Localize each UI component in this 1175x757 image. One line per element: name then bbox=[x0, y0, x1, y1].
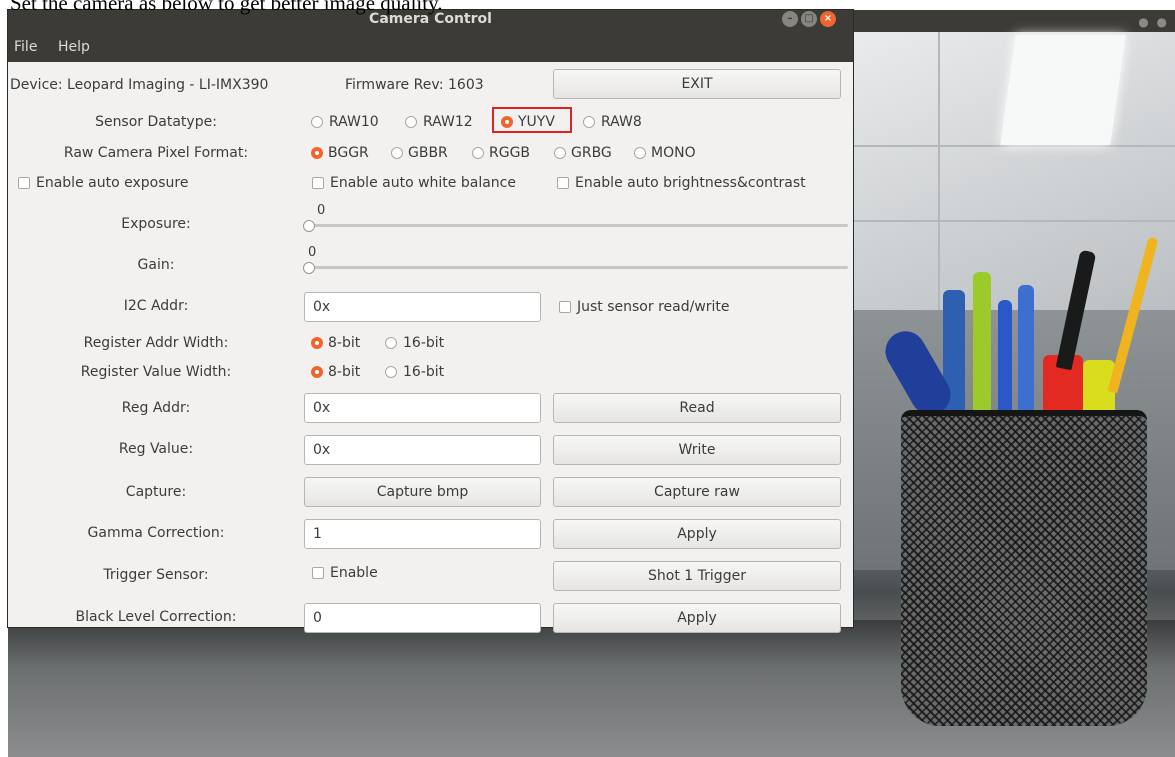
exposure-label: Exposure: bbox=[121, 216, 191, 232]
auto-white-balance-checkbox[interactable] bbox=[312, 177, 324, 189]
radio-raw10-label: RAW10 bbox=[329, 114, 379, 130]
radio-addr-16bit[interactable] bbox=[385, 337, 397, 349]
reg-addr-label: Reg Addr: bbox=[121, 400, 191, 416]
gain-label: Gain: bbox=[137, 257, 175, 273]
capture-label: Capture: bbox=[125, 484, 187, 500]
radio-addr-16bit-label: 16-bit bbox=[403, 335, 445, 351]
i2c-addr-input[interactable]: 0x bbox=[304, 292, 541, 322]
sensor-datatype-label: Sensor Datatype: bbox=[95, 114, 217, 130]
exposure-slider[interactable] bbox=[308, 224, 848, 227]
capture-raw-button[interactable]: Capture raw bbox=[553, 477, 841, 507]
radio-gbbr[interactable] bbox=[391, 147, 403, 159]
gamma-apply-button[interactable]: Apply bbox=[553, 519, 841, 549]
reg-value-input[interactable]: 0x bbox=[304, 435, 541, 465]
auto-exposure-checkbox[interactable] bbox=[18, 177, 30, 189]
write-button[interactable]: Write bbox=[553, 435, 841, 465]
gain-value: 0 bbox=[308, 245, 317, 260]
menubar: File Help bbox=[8, 32, 853, 62]
gamma-label: Gamma Correction: bbox=[87, 525, 225, 541]
radio-mono-label: MONO bbox=[651, 145, 696, 161]
auto-brightness-checkbox[interactable] bbox=[557, 177, 569, 189]
reg-addr-input[interactable]: 0x bbox=[304, 393, 541, 423]
preview-window-controls: ● ● bbox=[1138, 15, 1169, 29]
just-sensor-label: Just sensor read/write bbox=[577, 299, 730, 315]
exposure-slider-handle[interactable] bbox=[303, 220, 315, 232]
auto-brightness-label: Enable auto brightness&contrast bbox=[575, 175, 806, 191]
radio-raw10[interactable] bbox=[311, 116, 323, 128]
gain-slider[interactable] bbox=[308, 266, 848, 269]
document-caption: Set the camera as below to get better im… bbox=[10, 0, 443, 15]
preview-pencil-cup bbox=[901, 410, 1147, 726]
camera-control-window: Camera Control – □ × File Help Device: L… bbox=[8, 10, 853, 633]
auto-exposure-label: Enable auto exposure bbox=[36, 175, 189, 191]
capture-bmp-button[interactable]: Capture bmp bbox=[304, 477, 541, 507]
i2c-addr-label: I2C Addr: bbox=[123, 298, 189, 314]
minimize-icon[interactable]: – bbox=[782, 11, 798, 27]
firmware-label: Firmware Rev: 1603 bbox=[345, 77, 484, 93]
exit-button[interactable]: EXIT bbox=[553, 69, 841, 99]
radio-bggr-label: BGGR bbox=[328, 145, 369, 161]
radio-addr-8bit-label: 8-bit bbox=[328, 335, 361, 351]
radio-yuyv-label: YUYV bbox=[518, 114, 555, 130]
radio-rggb[interactable] bbox=[472, 147, 484, 159]
radio-value-16bit-label: 16-bit bbox=[403, 364, 445, 380]
radio-grbg-label: GRBG bbox=[571, 145, 612, 161]
radio-mono[interactable] bbox=[634, 147, 646, 159]
radio-addr-8bit[interactable] bbox=[311, 337, 323, 349]
radio-gbbr-label: GBBR bbox=[408, 145, 448, 161]
radio-yuyv[interactable] bbox=[501, 116, 513, 128]
read-button[interactable]: Read bbox=[553, 393, 841, 423]
radio-value-8bit-label: 8-bit bbox=[328, 364, 361, 380]
radio-bggr[interactable] bbox=[311, 147, 323, 159]
shot-trigger-button[interactable]: Shot 1 Trigger bbox=[553, 561, 841, 591]
pixel-format-label: Raw Camera Pixel Format: bbox=[63, 145, 249, 161]
trigger-label: Trigger Sensor: bbox=[103, 567, 209, 583]
preview-titlebar: ● ● bbox=[853, 10, 1175, 32]
trigger-enable-label: Enable bbox=[330, 565, 378, 581]
radio-rggb-label: RGGB bbox=[489, 145, 531, 161]
radio-raw12-label: RAW12 bbox=[423, 114, 473, 130]
radio-grbg[interactable] bbox=[554, 147, 566, 159]
auto-white-balance-label: Enable auto white balance bbox=[330, 175, 516, 191]
gain-slider-handle[interactable] bbox=[303, 262, 315, 274]
close-icon[interactable]: × bbox=[820, 11, 836, 27]
preview-ceiling-light bbox=[1000, 35, 1126, 145]
menu-file[interactable]: File bbox=[14, 39, 37, 55]
dialog-content: Device: Leopard Imaging - LI-IMX390 Firm… bbox=[8, 62, 853, 633]
exposure-value: 0 bbox=[317, 203, 326, 218]
maximize-icon[interactable]: □ bbox=[801, 11, 817, 27]
black-level-apply-button[interactable]: Apply bbox=[553, 603, 841, 633]
reg-value-label: Reg Value: bbox=[118, 441, 194, 457]
black-level-label: Black Level Correction: bbox=[75, 609, 237, 625]
reg-addr-width-label: Register Addr Width: bbox=[83, 335, 229, 351]
trigger-enable-checkbox[interactable] bbox=[312, 567, 324, 579]
radio-value-8bit[interactable] bbox=[311, 366, 323, 378]
device-label: Device: Leopard Imaging - LI-IMX390 bbox=[10, 77, 269, 93]
black-level-input[interactable]: 0 bbox=[304, 603, 541, 633]
radio-raw8[interactable] bbox=[583, 116, 595, 128]
just-sensor-checkbox[interactable] bbox=[559, 301, 571, 313]
radio-raw8-label: RAW8 bbox=[601, 114, 642, 130]
menu-help[interactable]: Help bbox=[58, 39, 90, 55]
radio-raw12[interactable] bbox=[405, 116, 417, 128]
radio-value-16bit[interactable] bbox=[385, 366, 397, 378]
gamma-input[interactable]: 1 bbox=[304, 519, 541, 549]
reg-value-width-label: Register Value Width: bbox=[80, 364, 232, 380]
